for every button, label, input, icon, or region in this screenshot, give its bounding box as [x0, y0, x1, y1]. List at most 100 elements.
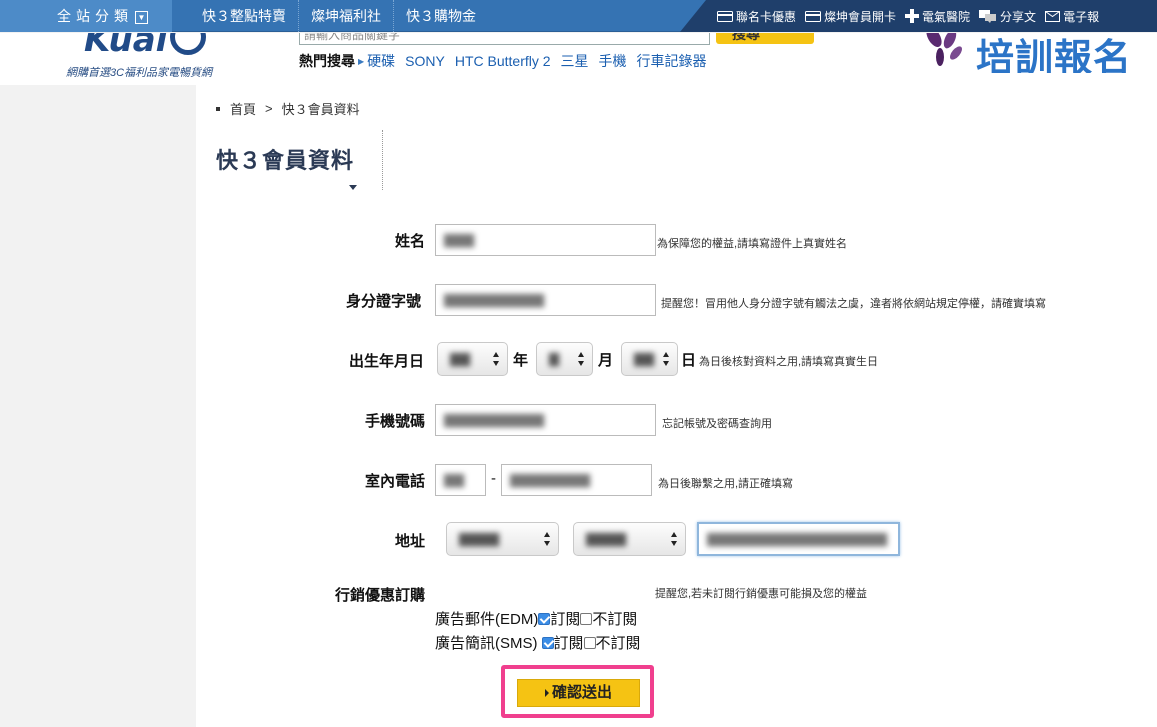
address-city-value: ▇▇▇▇ [459, 531, 499, 546]
nav-link-hourly-sale[interactable]: 快３整點特賣 [190, 0, 299, 32]
nav-link-shopping-credit[interactable]: 快３購物金 [394, 0, 488, 32]
phone-number-field[interactable]: ▇▇▇▇▇▇▇▇ [501, 464, 652, 496]
sms-subscribe-label[interactable]: 訂閱 [554, 632, 584, 653]
select-updown-icon [544, 532, 551, 547]
plus-icon [905, 9, 920, 23]
main-panel: 首頁 > 快３會員資料 快３會員資料 [196, 85, 1157, 727]
confirm-submit-button[interactable]: 確認送出 [517, 679, 640, 707]
member-card-activate-link[interactable]: 燦坤會員開卡 [805, 8, 896, 25]
id-number-hint: 提醒您！冒用他人身分證字號有觸法之虞，違者將依網站規定停權，請確實填寫 [661, 298, 1046, 310]
caret-down-icon [349, 185, 357, 190]
sms-subscribe-checkbox[interactable] [541, 636, 554, 649]
triangle-right-icon [544, 689, 549, 698]
all-categories-label: 全站分類 [57, 8, 133, 24]
logo-wordmark: Kuai [84, 33, 168, 60]
all-categories-menu[interactable]: 全站分類 ▼ [0, 0, 172, 32]
birth-day-select[interactable]: ▇▇ [621, 342, 678, 376]
title-divider [382, 130, 383, 190]
hot-keyword[interactable]: 硬碟 [367, 51, 395, 71]
birth-day-value: ▇▇ [634, 351, 654, 366]
breadcrumb-current: 快３會員資料 [281, 102, 360, 117]
triangle-right-icon: ▶ [358, 56, 365, 66]
dropdown-square-icon: ▼ [135, 10, 148, 24]
address-city-select[interactable]: ▇▇▇▇ [446, 522, 559, 556]
top-nav: 全站分類 ▼ 快３整點特賣 燦坤福利社 快３購物金 聯名卡優惠 燦坤會員開卡 電氣… [0, 0, 1157, 32]
card-icon [717, 10, 733, 22]
address-street-value: ▇▇▇▇▇▇▇▇▇▇▇▇▇▇▇▇▇▇ [707, 531, 887, 546]
hot-keyword[interactable]: HTC Butterfly 2 [455, 53, 551, 69]
page-title: 快３會員資料 [216, 148, 355, 173]
share-link[interactable]: 分享文 [979, 8, 1036, 25]
name-label: 姓名 [394, 233, 425, 250]
newsletter-link[interactable]: 電子報 [1045, 8, 1099, 25]
hot-keyword[interactable]: 行車記錄器 [637, 51, 707, 71]
edm-subscribe-checkbox[interactable] [538, 612, 551, 625]
hot-search-label: 熱門搜尋 [299, 53, 355, 69]
appliance-hospital-label: 電氣醫院 [922, 9, 971, 24]
mobile-field[interactable]: ▇▇▇▇▇▇▇▇▇▇ [435, 404, 656, 436]
sms-option-row: 廣告簡訊(SMS) 訂閱 不訂閱 [435, 632, 641, 653]
mobile-label: 手機號碼 [364, 413, 425, 430]
phone-area-value: ▇▇ [444, 472, 464, 487]
sms-label: 廣告簡訊(SMS) [435, 635, 538, 652]
sms-unsubscribe-label[interactable]: 不訂閱 [596, 632, 641, 653]
address-district-value: ▇▇▇▇ [586, 531, 626, 546]
confirm-submit-label: 確認送出 [551, 684, 612, 701]
hot-keyword[interactable]: 三星 [561, 51, 589, 71]
mobile-hint: 忘記帳號及密碼查詢用 [662, 418, 772, 430]
select-updown-icon [493, 352, 500, 367]
site-logo[interactable]: Kuai [84, 33, 214, 63]
search-input[interactable]: 請輸入商品關鍵字 [299, 33, 710, 45]
birth-month-select[interactable]: ▇ [536, 342, 593, 376]
address-street-field[interactable]: ▇▇▇▇▇▇▇▇▇▇▇▇▇▇▇▇▇▇ [697, 522, 900, 556]
birth-month-value: ▇ [549, 351, 559, 366]
hot-keyword[interactable]: SONY [405, 53, 445, 69]
chat-icon [979, 9, 997, 23]
member-card-activate-label: 燦坤會員開卡 [824, 9, 897, 24]
edm-unsubscribe-checkbox[interactable] [580, 612, 593, 625]
birthday-label: 出生年月日 [348, 353, 424, 370]
address-district-select[interactable]: ▇▇▇▇ [573, 522, 686, 556]
address-label: 地址 [394, 533, 425, 550]
year-unit: 年 [513, 352, 529, 369]
sms-unsubscribe-checkbox[interactable] [583, 636, 596, 649]
mobile-value: ▇▇▇▇▇▇▇▇▇▇ [444, 412, 544, 427]
name-field[interactable]: ▇▇▇ [435, 224, 656, 256]
logo-arrow-circle-icon [170, 33, 206, 55]
phone-hint: 為日後聯繫之用,請正確填寫 [658, 478, 794, 490]
search-button-label: 搜尋 [732, 33, 760, 42]
edm-subscribe-label[interactable]: 訂閱 [550, 608, 580, 629]
hot-searches: 熱門搜尋 ▶ 硬碟 SONY HTC Butterfly 2 三星 手機 行車記… [299, 51, 717, 71]
edm-label: 廣告郵件(EDM) [435, 611, 539, 628]
utility-bar: 聯名卡優惠 燦坤會員開卡 電氣醫院 分享文 電子報 [680, 0, 1157, 32]
birth-year-select[interactable]: ▇▇ [437, 342, 508, 376]
select-updown-icon [578, 352, 585, 367]
cobrand-card-label: 聯名卡優惠 [736, 9, 797, 24]
id-number-field[interactable]: ▇▇▇▇▇▇▇▇▇▇ [435, 284, 656, 316]
appliance-hospital-link[interactable]: 電氣醫院 [905, 8, 970, 25]
select-updown-icon [671, 532, 678, 547]
breadcrumb-home[interactable]: 首頁 [230, 99, 256, 118]
marketing-hint: 提醒您,若未訂閱行銷優惠可能損及您的權益 [655, 588, 868, 600]
birth-year-value: ▇▇ [450, 351, 470, 366]
phone-area-field[interactable]: ▇▇ [435, 464, 486, 496]
marketing-label: 行銷優惠訂購 [334, 587, 425, 604]
newsletter-label: 電子報 [1063, 9, 1100, 24]
promo-links: 快３整點特賣 燦坤福利社 快３購物金 [190, 0, 488, 32]
mail-icon [1045, 10, 1061, 22]
card-icon [805, 10, 822, 22]
day-unit: 日 [681, 352, 697, 369]
training-signup-banner[interactable]: 培訓報名 [918, 33, 1157, 73]
nav-link-welfare[interactable]: 燦坤福利社 [299, 0, 394, 32]
site-tagline: 網購首選3C福利品家電暢貨網 [66, 67, 213, 79]
cobrand-card-link[interactable]: 聯名卡優惠 [717, 8, 796, 25]
search-button[interactable]: 搜尋 [716, 33, 814, 44]
banner-title: 培訓報名 [976, 38, 1133, 73]
edm-unsubscribe-label[interactable]: 不訂閱 [592, 608, 637, 629]
name-value: ▇▇▇ [444, 232, 474, 247]
share-label: 分享文 [1000, 9, 1037, 24]
flower-icon [926, 33, 962, 66]
hot-keyword[interactable]: 手機 [599, 51, 627, 71]
phone-number-value: ▇▇▇▇▇▇▇▇ [510, 472, 590, 487]
birthday-hint: 為日後核對資料之用,請填寫真實生日 [699, 356, 879, 368]
